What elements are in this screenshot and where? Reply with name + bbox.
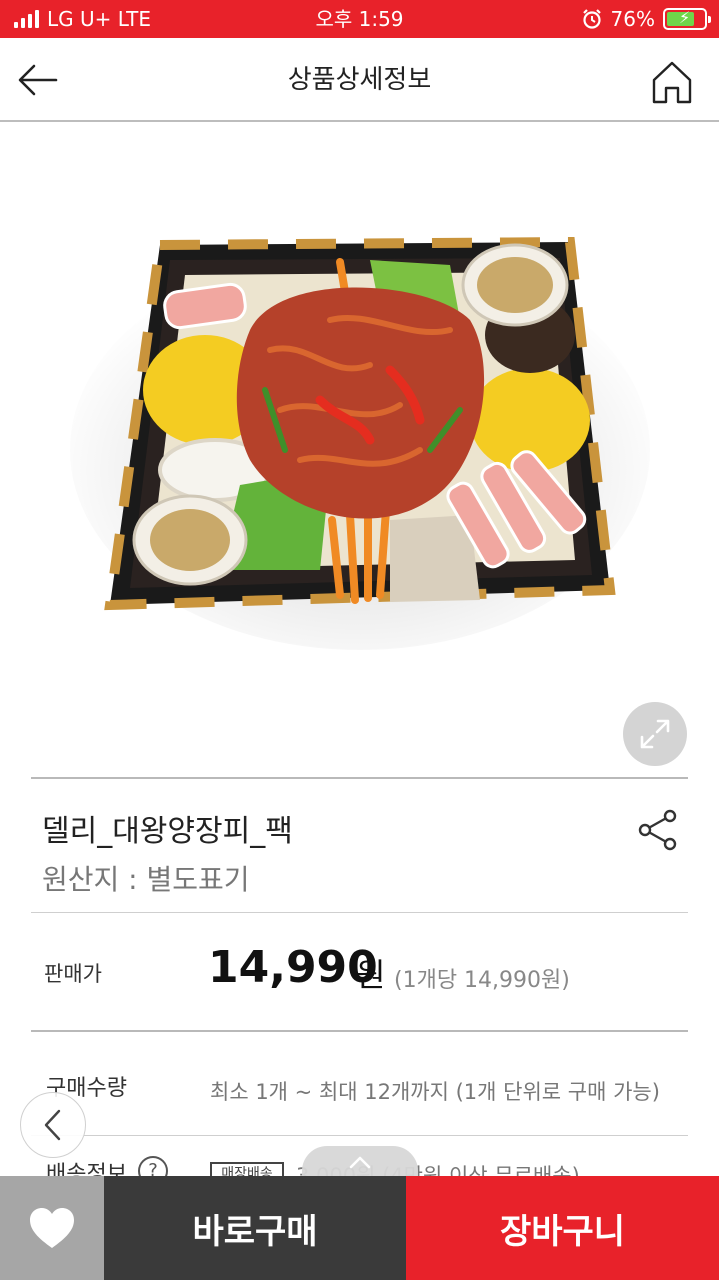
app-header: 상품상세정보: [0, 38, 719, 122]
status-bar: LG U+ LTE 오후 1:59 76% ⚡: [0, 0, 719, 38]
bottom-action-bar: 바로구매 장바구니: [0, 1176, 719, 1280]
wishlist-button[interactable]: [0, 1176, 104, 1280]
price-per-unit: (1개당 14,990원): [394, 968, 570, 993]
heart-icon: [30, 1208, 74, 1248]
expand-icon: [640, 719, 670, 749]
battery-icon: ⚡: [663, 8, 711, 30]
prev-button[interactable]: [20, 1092, 86, 1158]
alarm-icon: [582, 9, 601, 29]
divider: [31, 912, 688, 913]
page-title: 상품상세정보: [287, 65, 432, 95]
product-origin: 원산지 : 별도표기: [42, 863, 250, 896]
share-icon: [638, 809, 677, 851]
add-to-cart-button[interactable]: 장바구니: [406, 1176, 719, 1280]
divider: [31, 1030, 688, 1032]
product-image: [70, 150, 650, 670]
share-button[interactable]: [636, 808, 680, 852]
price-amount: 14,990: [208, 942, 378, 993]
chevron-left-icon: [44, 1109, 61, 1141]
home-icon: [652, 61, 692, 104]
divider: [31, 1135, 688, 1136]
home-button[interactable]: [651, 60, 693, 104]
product-name: 델리_대왕양장피_팩: [42, 814, 293, 849]
quantity-value: 최소 1개 ~ 최대 12개까지 (1개 단위로 구매 가능): [210, 1080, 660, 1104]
charging-icon: ⚡: [679, 8, 691, 27]
status-right: 76% ⚡: [581, 0, 711, 38]
price-label: 판매가: [44, 962, 102, 986]
buy-now-button[interactable]: 바로구매: [104, 1176, 406, 1280]
divider: [31, 777, 688, 779]
battery-percent: 76%: [610, 7, 655, 31]
price-unit: 원: [356, 956, 386, 994]
chevron-up-icon: [349, 1156, 371, 1169]
zoom-button[interactable]: [623, 702, 687, 766]
